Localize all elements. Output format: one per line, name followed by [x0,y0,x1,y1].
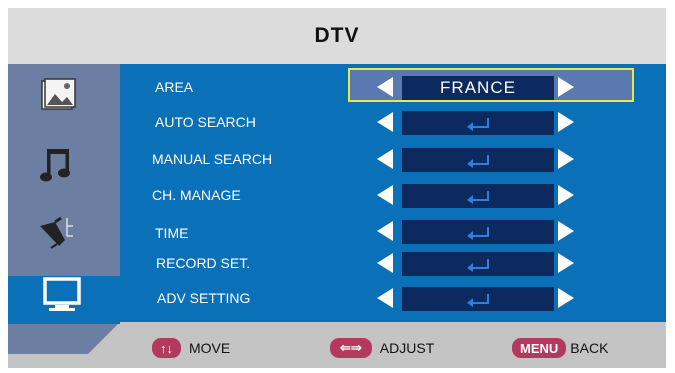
menu-label: MANUAL SEARCH [152,151,273,167]
enter-icon [467,293,489,307]
left-arrow-icon[interactable] [377,77,393,97]
menu-row-ch-manage[interactable]: CH. MANAGE [112,180,658,210]
menu-label: RECORD SET. [156,255,251,271]
left-arrow-icon[interactable] [377,288,393,308]
enter-button[interactable] [402,184,554,208]
menu-row-manual-search[interactable]: MANUAL SEARCH [112,144,658,174]
enter-button[interactable] [402,220,554,244]
hint-move-label: MOVE [189,340,231,356]
right-arrow-icon[interactable] [558,185,574,205]
settings-icon[interactable] [37,212,77,252]
enter-icon [467,154,489,168]
right-arrow-icon[interactable] [558,149,574,169]
hint-adjust-label: ADJUST [379,340,435,356]
left-arrow-icon[interactable] [377,112,393,132]
hint-back: MENU BACK [512,337,608,359]
right-arrow-icon[interactable] [558,112,574,132]
enter-button[interactable] [402,252,554,276]
enter-button[interactable] [402,287,554,311]
enter-icon [467,117,489,131]
left-arrow-icon[interactable] [377,149,393,169]
tv-icon[interactable] [42,275,82,315]
title-bar: DTV [8,8,666,64]
menu-row-record-set[interactable]: RECORD SET. [112,248,658,278]
right-arrow-icon[interactable] [558,77,574,97]
left-arrow-icon[interactable] [377,221,393,241]
menu-row-time[interactable]: TIME [112,218,658,248]
left-arrow-icon[interactable] [377,185,393,205]
hint-back-label: BACK [570,340,609,356]
picture-icon[interactable] [39,75,79,115]
right-arrow-icon[interactable] [558,221,574,241]
enter-icon [467,226,489,240]
menu-label: TIME [155,225,189,241]
enter-icon [467,190,489,204]
menu-label: ADV SETTING [157,290,251,306]
area-value: FRANCE [402,76,554,100]
menu-label: AUTO SEARCH [155,114,256,130]
menu-row-auto-search[interactable]: AUTO SEARCH [112,107,658,137]
menu-label: AREA [155,79,194,95]
move-key-icon: ↑↓ [152,338,181,358]
menu-label: CH. MANAGE [152,187,241,203]
enter-icon [467,258,489,272]
music-icon[interactable] [37,145,77,185]
menu-row-area[interactable]: AREA FRANCE [112,72,658,102]
right-arrow-icon[interactable] [558,288,574,308]
adjust-key-icon: ⇐⇒ [330,338,372,358]
page-title: DTV [314,24,360,47]
right-arrow-icon[interactable] [558,253,574,273]
enter-button[interactable] [402,111,554,135]
left-arrow-icon[interactable] [377,253,393,273]
menu-key-icon: MENU [512,338,567,358]
hint-move: ↑↓ MOVE [152,337,230,359]
enter-button[interactable] [402,148,554,172]
hint-adjust: ⇐⇒ ADJUST [330,337,434,359]
menu-row-adv-setting[interactable]: ADV SETTING [112,283,658,313]
